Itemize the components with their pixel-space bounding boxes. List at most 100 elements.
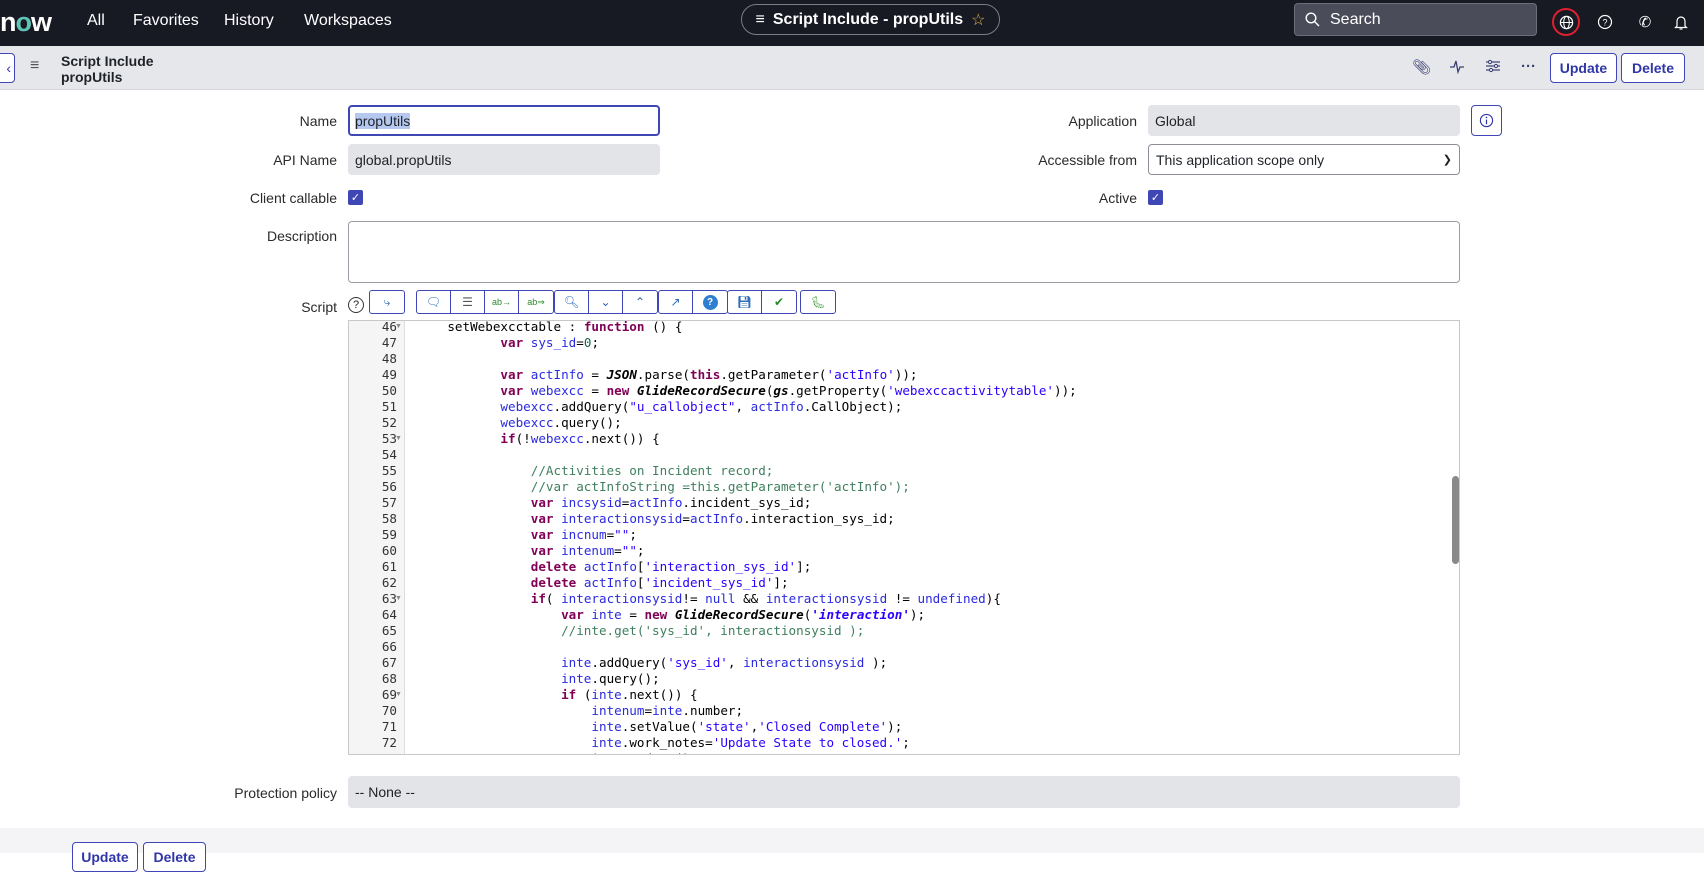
star-icon[interactable]: ☆	[971, 10, 985, 30]
code-token: 'webexccactivitytable'	[887, 383, 1054, 398]
line-number: 50	[381, 383, 397, 398]
footer-delete-button[interactable]: Delete	[143, 842, 206, 872]
code-line: delete actInfo['interaction_sys_id'];	[417, 559, 812, 575]
find-next-icon[interactable]: ⌄	[589, 291, 623, 313]
code-token: inte	[591, 719, 622, 734]
fold-toggle-icon[interactable]: ▼	[395, 687, 402, 703]
back-button[interactable]: ‹	[0, 53, 15, 83]
globe-icon[interactable]	[1552, 8, 1580, 36]
code-line: inte.setValue('state','Closed Complete')…	[417, 719, 902, 735]
code-line: var webexcc = new GlideRecordSecure(gs.g…	[417, 383, 1076, 399]
fullscreen-icon[interactable]: ↗	[659, 291, 693, 313]
code-line: setWebexcctable : function () {	[417, 321, 682, 335]
code-token: [	[636, 575, 645, 590]
line-number: 54	[381, 447, 397, 462]
code-token: intenum	[561, 543, 615, 558]
update-button[interactable]: Update	[1550, 53, 1617, 83]
record-title-pill[interactable]: ≡ Script Include - propUtils ☆	[741, 4, 1000, 35]
description-textarea[interactable]	[348, 221, 1460, 283]
fold-toggle-icon[interactable]: ▼	[395, 591, 402, 607]
line-number: 48	[381, 351, 397, 366]
code-token: 'interaction'	[811, 607, 910, 622]
text-format-icon[interactable]: ☰	[451, 291, 485, 313]
active-label: Active	[1098, 190, 1137, 206]
search-code-icon[interactable]: 🔍︎	[555, 291, 589, 313]
fold-toggle-icon[interactable]: ▼	[395, 431, 402, 447]
comment-icon[interactable]: 🗨︎	[417, 291, 451, 313]
code-line: inte.query();	[417, 671, 660, 687]
script-help-icon[interactable]: ?	[348, 297, 364, 313]
nav-favorites[interactable]: Favorites	[133, 12, 199, 30]
line-number: 52	[381, 415, 397, 430]
menu-icon[interactable]: ≡	[30, 57, 39, 75]
code-token: ;	[902, 735, 910, 750]
footer-update-button[interactable]: Update	[72, 842, 138, 872]
save-icon[interactable]: 💾︎	[728, 291, 762, 313]
code-token: GlideRecordSecure	[636, 383, 766, 398]
code-token: ""	[621, 543, 637, 558]
nav-workspaces[interactable]: Workspaces	[304, 12, 392, 30]
active-checkbox[interactable]: ✓	[1148, 190, 1163, 205]
code-token: .number;	[682, 703, 744, 718]
info-button[interactable]	[1471, 105, 1502, 136]
code-token: 'Closed Complete'	[758, 719, 888, 734]
bell-icon[interactable]	[1667, 8, 1695, 36]
code-token: inte	[591, 751, 621, 754]
accessible-from-label: Accessible from	[1038, 152, 1137, 168]
code-token: inte	[561, 655, 592, 670]
code-token: webexcc	[500, 399, 554, 414]
code-token: //inte.get('sys_id', interactionsysid );	[561, 623, 865, 638]
search-input[interactable]: Search	[1294, 3, 1537, 36]
code-token: undefined	[917, 591, 986, 606]
code-token: new	[606, 383, 630, 398]
accessible-from-select[interactable]: This application scope only ❯	[1148, 144, 1460, 175]
code-token: interactionsysid	[765, 591, 888, 606]
code-token: inte	[561, 671, 592, 686]
more-options-icon[interactable]: ···	[1521, 58, 1536, 75]
debug-bug-icon[interactable]: 🐛︎	[801, 291, 835, 313]
delete-button[interactable]: Delete	[1621, 53, 1685, 83]
nav-all[interactable]: All	[87, 12, 105, 30]
name-input[interactable]: propUtils	[348, 105, 660, 136]
code-token: var	[530, 527, 554, 542]
code-line: if (inte.next()) {	[417, 687, 698, 703]
code-token: .interaction_sys_id;	[743, 511, 895, 526]
syntax-check-icon[interactable]: ✔	[762, 291, 796, 313]
help-icon[interactable]: ?	[1591, 8, 1619, 36]
line-number: 59	[381, 527, 397, 542]
replace-all-icon[interactable]: ab⇒	[519, 291, 553, 313]
code-line: if(!webexcc.next()) {	[417, 431, 659, 447]
activity-icon[interactable]	[1449, 58, 1465, 78]
name-value: propUtils	[355, 113, 411, 129]
code-token: .parse(	[636, 367, 690, 382]
fold-toggle-icon[interactable]: ▼	[395, 321, 402, 335]
code-token: .next()) {	[621, 687, 698, 702]
line-number: 65	[381, 623, 397, 638]
find-previous-icon[interactable]: ⌃	[623, 291, 657, 313]
code-token: new	[644, 607, 668, 622]
nav-history[interactable]: History	[224, 12, 274, 30]
code-token: =	[583, 383, 607, 398]
code-token: actInfo	[583, 575, 637, 590]
info-icon	[1479, 113, 1494, 128]
code-token: var	[500, 335, 524, 350]
replace-icon[interactable]: ab→	[485, 291, 519, 313]
accessible-from-value: This application scope only	[1156, 151, 1325, 168]
editor-help-icon[interactable]: ?	[693, 291, 727, 313]
phone-icon[interactable]: ✆	[1631, 8, 1659, 36]
paperclip-icon[interactable]: 📎︎	[1412, 58, 1431, 76]
code-token: ,	[727, 655, 744, 670]
code-token: if	[530, 591, 546, 606]
client-callable-checkbox[interactable]: ✓	[348, 190, 363, 205]
format-code-icon[interactable]: ⤷	[370, 291, 404, 313]
script-code-editor[interactable]: 46 ▼ 47 48 49 50 51 52 53 ▼ 54 55 56 57 58 59 60 61 62 63 ▼ 6…	[348, 320, 1460, 755]
servicenow-logo[interactable]: now	[0, 7, 52, 38]
settings-sliders-icon[interactable]	[1485, 58, 1501, 78]
editor-scrollbar[interactable]	[1452, 476, 1459, 564]
code-token: .query();	[553, 415, 622, 430]
code-token: (	[576, 687, 592, 702]
code-token: webexcc	[500, 415, 554, 430]
